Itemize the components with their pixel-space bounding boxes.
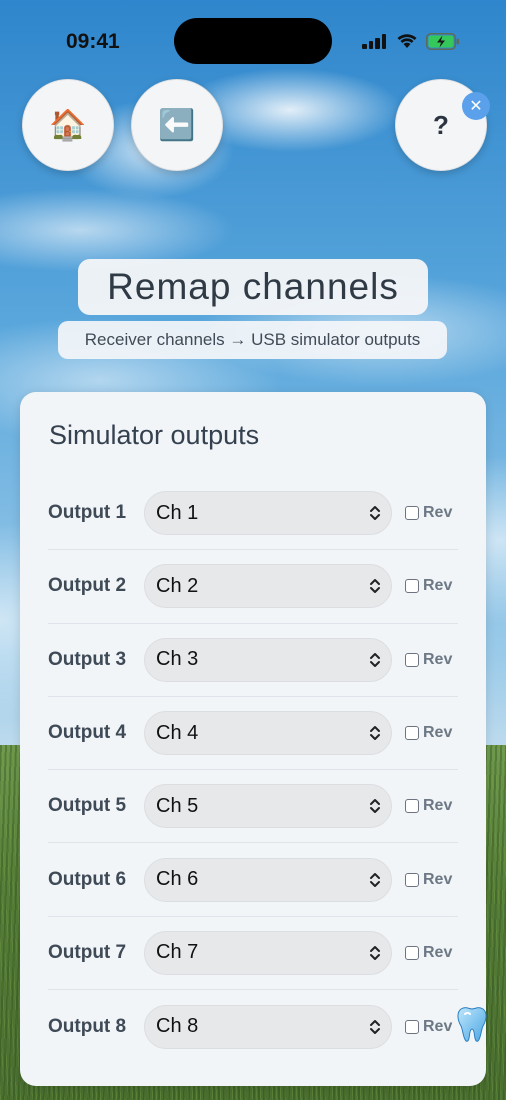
reverse-label: Rev [423, 797, 453, 815]
output-label: Output 4 [48, 722, 127, 744]
channel-select[interactable]: Ch 6 [144, 857, 392, 902]
tooth-icon[interactable] [455, 1005, 489, 1043]
home-icon: 🏠 [49, 108, 87, 142]
reverse-toggle[interactable]: Rev [405, 797, 452, 815]
output-row: Output 5 Ch 5 Rev [48, 770, 458, 844]
channel-value: Ch 4 [156, 721, 199, 744]
output-row: Output 2 Ch 2 Rev [48, 550, 458, 624]
reverse-label: Rev [423, 650, 453, 668]
channel-select[interactable]: Ch 1 [144, 491, 392, 536]
reverse-label: Rev [423, 1017, 453, 1035]
reverse-toggle[interactable]: Rev [405, 871, 452, 889]
checkbox-icon[interactable] [405, 579, 419, 594]
chevron-updown-icon [370, 945, 380, 960]
home-button[interactable]: 🏠 [22, 79, 114, 171]
channel-select[interactable]: Ch 4 [144, 711, 392, 756]
reverse-label: Rev [423, 504, 453, 522]
output-rows: Output 1 Ch 1 Rev Output 2 Ch 2 Rev Outp… [48, 477, 458, 1063]
reverse-label: Rev [423, 943, 453, 961]
back-button[interactable]: ⬅️ [131, 79, 223, 171]
reverse-toggle[interactable]: Rev [405, 651, 452, 669]
battery-charging-icon [426, 33, 459, 50]
reverse-label: Rev [423, 577, 453, 595]
output-row: Output 1 Ch 1 Rev [48, 477, 458, 551]
output-label: Output 1 [48, 502, 127, 524]
checkbox-icon[interactable] [405, 506, 419, 521]
checkbox-icon[interactable] [405, 652, 419, 667]
channel-select[interactable]: Ch 7 [144, 930, 392, 975]
output-label: Output 6 [48, 868, 127, 890]
chevron-updown-icon [370, 506, 380, 521]
reverse-toggle[interactable]: Rev [405, 1018, 452, 1036]
checkbox-icon[interactable] [405, 799, 419, 814]
cellular-signal-icon [362, 33, 388, 49]
channel-value: Ch 3 [156, 648, 199, 671]
output-row: Output 4 Ch 4 Rev [48, 697, 458, 771]
output-label: Output 5 [48, 795, 127, 817]
channel-select[interactable]: Ch 8 [144, 1004, 392, 1049]
close-icon[interactable]: ✕ [462, 92, 490, 120]
channel-value: Ch 2 [156, 574, 199, 597]
checkbox-icon[interactable] [405, 945, 419, 960]
checkbox-icon[interactable] [405, 726, 419, 741]
chevron-updown-icon [370, 1019, 380, 1034]
channel-value: Ch 5 [156, 794, 199, 817]
wifi-icon [397, 34, 417, 48]
output-row: Output 3 Ch 3 Rev [48, 624, 458, 697]
channel-select[interactable]: Ch 5 [144, 784, 392, 829]
chevron-updown-icon [370, 799, 380, 814]
page-subtitle: Receiver channels → USB simulator output… [58, 321, 447, 359]
back-arrow-icon: ⬅️ [158, 108, 196, 142]
checkbox-icon[interactable] [405, 1019, 419, 1034]
channel-value: Ch 7 [156, 941, 199, 964]
reverse-toggle[interactable]: Rev [405, 504, 452, 522]
channel-value: Ch 8 [156, 1015, 199, 1038]
chevron-updown-icon [370, 872, 380, 887]
help-icon: ? [433, 109, 449, 140]
reverse-label: Rev [423, 724, 453, 742]
output-row: Output 8 Ch 8 Rev [48, 990, 458, 1063]
simulator-outputs-card: Simulator outputs Output 1 Ch 1 Rev Outp… [20, 392, 486, 1086]
reverse-toggle[interactable]: Rev [405, 944, 452, 962]
output-label: Output 3 [48, 648, 127, 670]
reverse-toggle[interactable]: Rev [405, 577, 452, 595]
status-time: 09:41 [66, 30, 120, 53]
output-label: Output 2 [48, 575, 127, 597]
checkbox-icon[interactable] [405, 872, 419, 887]
reverse-toggle[interactable]: Rev [405, 724, 452, 742]
output-label: Output 7 [48, 941, 127, 963]
output-label: Output 8 [48, 1015, 127, 1037]
chevron-updown-icon [370, 652, 380, 667]
output-row: Output 7 Ch 7 Rev [48, 917, 458, 991]
card-title: Simulator outputs [49, 420, 260, 450]
chevron-updown-icon [370, 579, 380, 594]
dynamic-island [174, 18, 332, 64]
channel-value: Ch 6 [156, 868, 199, 891]
page-title: Remap channels [78, 259, 428, 315]
status-bar: 09:41 [0, 0, 506, 70]
chevron-updown-icon [370, 726, 380, 741]
reverse-label: Rev [423, 870, 453, 888]
channel-select[interactable]: Ch 3 [144, 637, 392, 682]
channel-value: Ch 1 [156, 501, 199, 524]
channel-select[interactable]: Ch 2 [144, 564, 392, 609]
output-row: Output 6 Ch 6 Rev [48, 843, 458, 917]
